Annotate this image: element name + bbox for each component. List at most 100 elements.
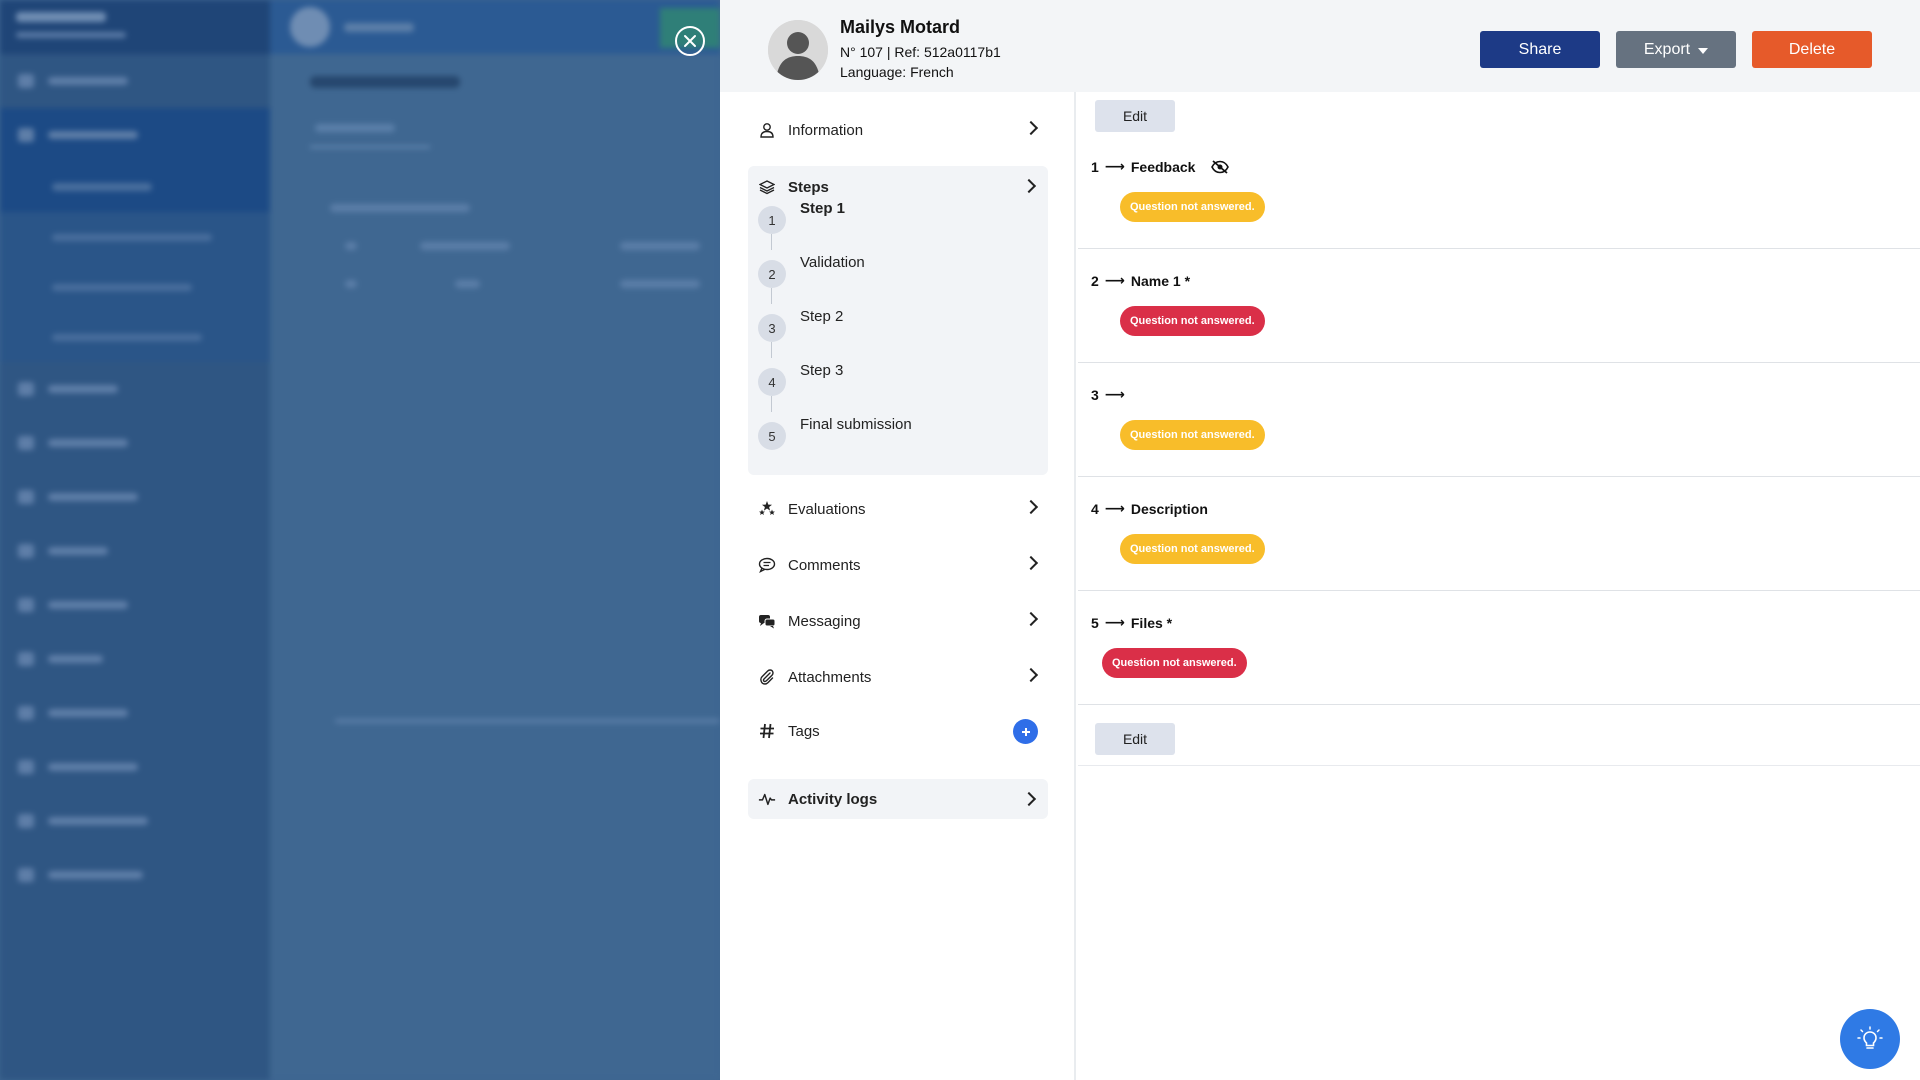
- menu-item-evaluations[interactable]: Evaluations: [748, 489, 1048, 529]
- step-label: Final submission: [800, 416, 912, 433]
- edit-button-top[interactable]: Edit: [1095, 100, 1175, 132]
- question-1: 1 ⟶ Feedback Question not answered.: [1078, 135, 1920, 249]
- step-label: Step 3: [800, 362, 844, 379]
- question-title: 5 ⟶ Files *: [1091, 614, 1172, 631]
- menu-item-attachments[interactable]: Attachments: [748, 657, 1048, 697]
- layers-icon: [758, 178, 776, 196]
- hashtag-icon: [758, 722, 776, 740]
- applicant-ref: N° 107 | Ref: 512a0117b1: [840, 44, 1001, 60]
- export-button[interactable]: Export: [1616, 31, 1736, 68]
- menu-label-evaluations: Evaluations: [788, 500, 866, 518]
- step-item-1[interactable]: 1 Step 1: [758, 200, 845, 234]
- edit-button-label: Edit: [1122, 731, 1148, 747]
- arrow-right-icon: ⟶: [1104, 272, 1125, 288]
- chevron-right-icon: [1023, 499, 1039, 515]
- step-item-2[interactable]: 2 Validation: [758, 254, 865, 288]
- chevron-right-icon: [1023, 555, 1039, 571]
- chevron-right-icon: [1023, 667, 1039, 683]
- step-label: Validation: [800, 254, 865, 271]
- chevron-right-icon: [1021, 791, 1037, 807]
- background-sidebar: [0, 0, 270, 1080]
- step-connector: [771, 396, 772, 412]
- lightbulb-icon: [1857, 1026, 1883, 1049]
- export-button-label: Export: [1643, 40, 1691, 58]
- question-title: 3 ⟶: [1091, 386, 1131, 403]
- question-title: 4 ⟶ Description: [1091, 500, 1208, 517]
- step-label: Step 1: [800, 200, 846, 217]
- status-badge: Question not answered.: [1120, 192, 1265, 222]
- menu-item-messaging[interactable]: Messaging: [748, 601, 1048, 641]
- step-item-4[interactable]: 4 Step 3: [758, 362, 843, 396]
- delete-button[interactable]: Delete: [1752, 31, 1872, 68]
- question-label: Description: [1130, 500, 1208, 517]
- menu-label-comments: Comments: [788, 556, 861, 574]
- arrow-right-icon: ⟶: [1104, 158, 1125, 174]
- eye-slash-icon: [1211, 159, 1230, 174]
- form-content: Edit 1 ⟶ Feedback Question not answered.…: [1078, 92, 1920, 1080]
- plus-icon: [1021, 727, 1030, 736]
- chevron-right-icon: [1023, 611, 1039, 627]
- share-button-label: Share: [1518, 40, 1562, 58]
- delete-button-label: Delete: [1788, 40, 1836, 58]
- background-topbar: [270, 0, 720, 54]
- question-title: 2 ⟶ Name 1 *: [1091, 272, 1190, 289]
- question-number: 3: [1091, 386, 1099, 403]
- step-number: 5: [758, 422, 786, 450]
- chevron-right-icon: [1023, 120, 1039, 136]
- share-button[interactable]: Share: [1480, 31, 1600, 68]
- step-number: 1: [758, 206, 786, 234]
- background-main: [270, 54, 720, 1080]
- menu-item-activity-logs[interactable]: Activity logs: [748, 779, 1048, 819]
- menu-item-comments[interactable]: Comments: [748, 545, 1048, 585]
- question-2: 2 ⟶ Name 1 * Question not answered.: [1078, 249, 1920, 363]
- step-number: 3: [758, 314, 786, 342]
- menu-label-activity-logs: Activity logs: [788, 790, 878, 808]
- user-avatar-icon: [768, 20, 828, 80]
- panel-header: Mailys Motard N° 107 | Ref: 512a0117b1 L…: [720, 0, 1920, 92]
- menu-label-messaging: Messaging: [788, 612, 861, 630]
- question-number: 4: [1091, 500, 1099, 517]
- steps-section: Steps 1 Step 1 2 Validation 3 Step 2 4 S…: [748, 166, 1048, 475]
- avatar: [768, 20, 828, 80]
- applicant-language: Language: French: [840, 64, 954, 80]
- status-badge: Question not answered.: [1102, 648, 1247, 678]
- status-badge: Question not answered.: [1120, 306, 1265, 336]
- menu-label-information: Information: [788, 121, 864, 139]
- question-title: 1 ⟶ Feedback: [1091, 158, 1230, 175]
- user-icon: [758, 121, 776, 139]
- applicant-info: Mailys Motard N° 107 | Ref: 512a0117b1 L…: [840, 17, 1001, 80]
- step-label: Step 2: [800, 308, 844, 325]
- question-number: 1: [1091, 158, 1099, 175]
- help-button[interactable]: [1840, 1009, 1900, 1069]
- question-3: 3 ⟶ Question not answered.: [1078, 363, 1920, 477]
- menu-item-tags[interactable]: Tags: [748, 711, 1048, 751]
- add-tag-button[interactable]: [1013, 719, 1038, 744]
- question-4: 4 ⟶ Description Question not answered.: [1078, 477, 1920, 591]
- stars-icon: [758, 500, 776, 518]
- question-label: Files *: [1130, 614, 1173, 631]
- step-item-5[interactable]: 5 Final submission: [758, 416, 912, 450]
- question-label: Feedback: [1130, 158, 1196, 175]
- step-connector: [771, 288, 772, 304]
- messages-icon: [758, 612, 776, 630]
- left-menu: Information Steps 1 Step 1 2 Validation: [720, 92, 1076, 1080]
- question-5: 5 ⟶ Files * Question not answered.: [1078, 591, 1920, 705]
- question-number: 5: [1091, 614, 1099, 631]
- step-connector: [771, 234, 772, 250]
- steps-header[interactable]: Steps: [758, 178, 829, 196]
- status-badge: Question not answered.: [1120, 420, 1265, 450]
- step-item-3[interactable]: 3 Step 2: [758, 308, 843, 342]
- close-circle-icon: [684, 35, 696, 47]
- edit-button-bottom[interactable]: Edit: [1095, 723, 1175, 755]
- status-badge: Question not answered.: [1120, 534, 1265, 564]
- step-number: 2: [758, 260, 786, 288]
- applicant-name: Mailys Motard: [840, 17, 961, 37]
- close-panel-button[interactable]: [675, 26, 705, 56]
- caret-down-icon: [1698, 48, 1709, 54]
- comment-icon: [758, 556, 776, 574]
- step-connector: [771, 342, 772, 358]
- menu-label-steps: Steps: [788, 178, 829, 196]
- menu-item-information[interactable]: Information: [748, 110, 1048, 150]
- arrow-right-icon: ⟶: [1104, 386, 1125, 402]
- paperclip-icon: [758, 668, 776, 686]
